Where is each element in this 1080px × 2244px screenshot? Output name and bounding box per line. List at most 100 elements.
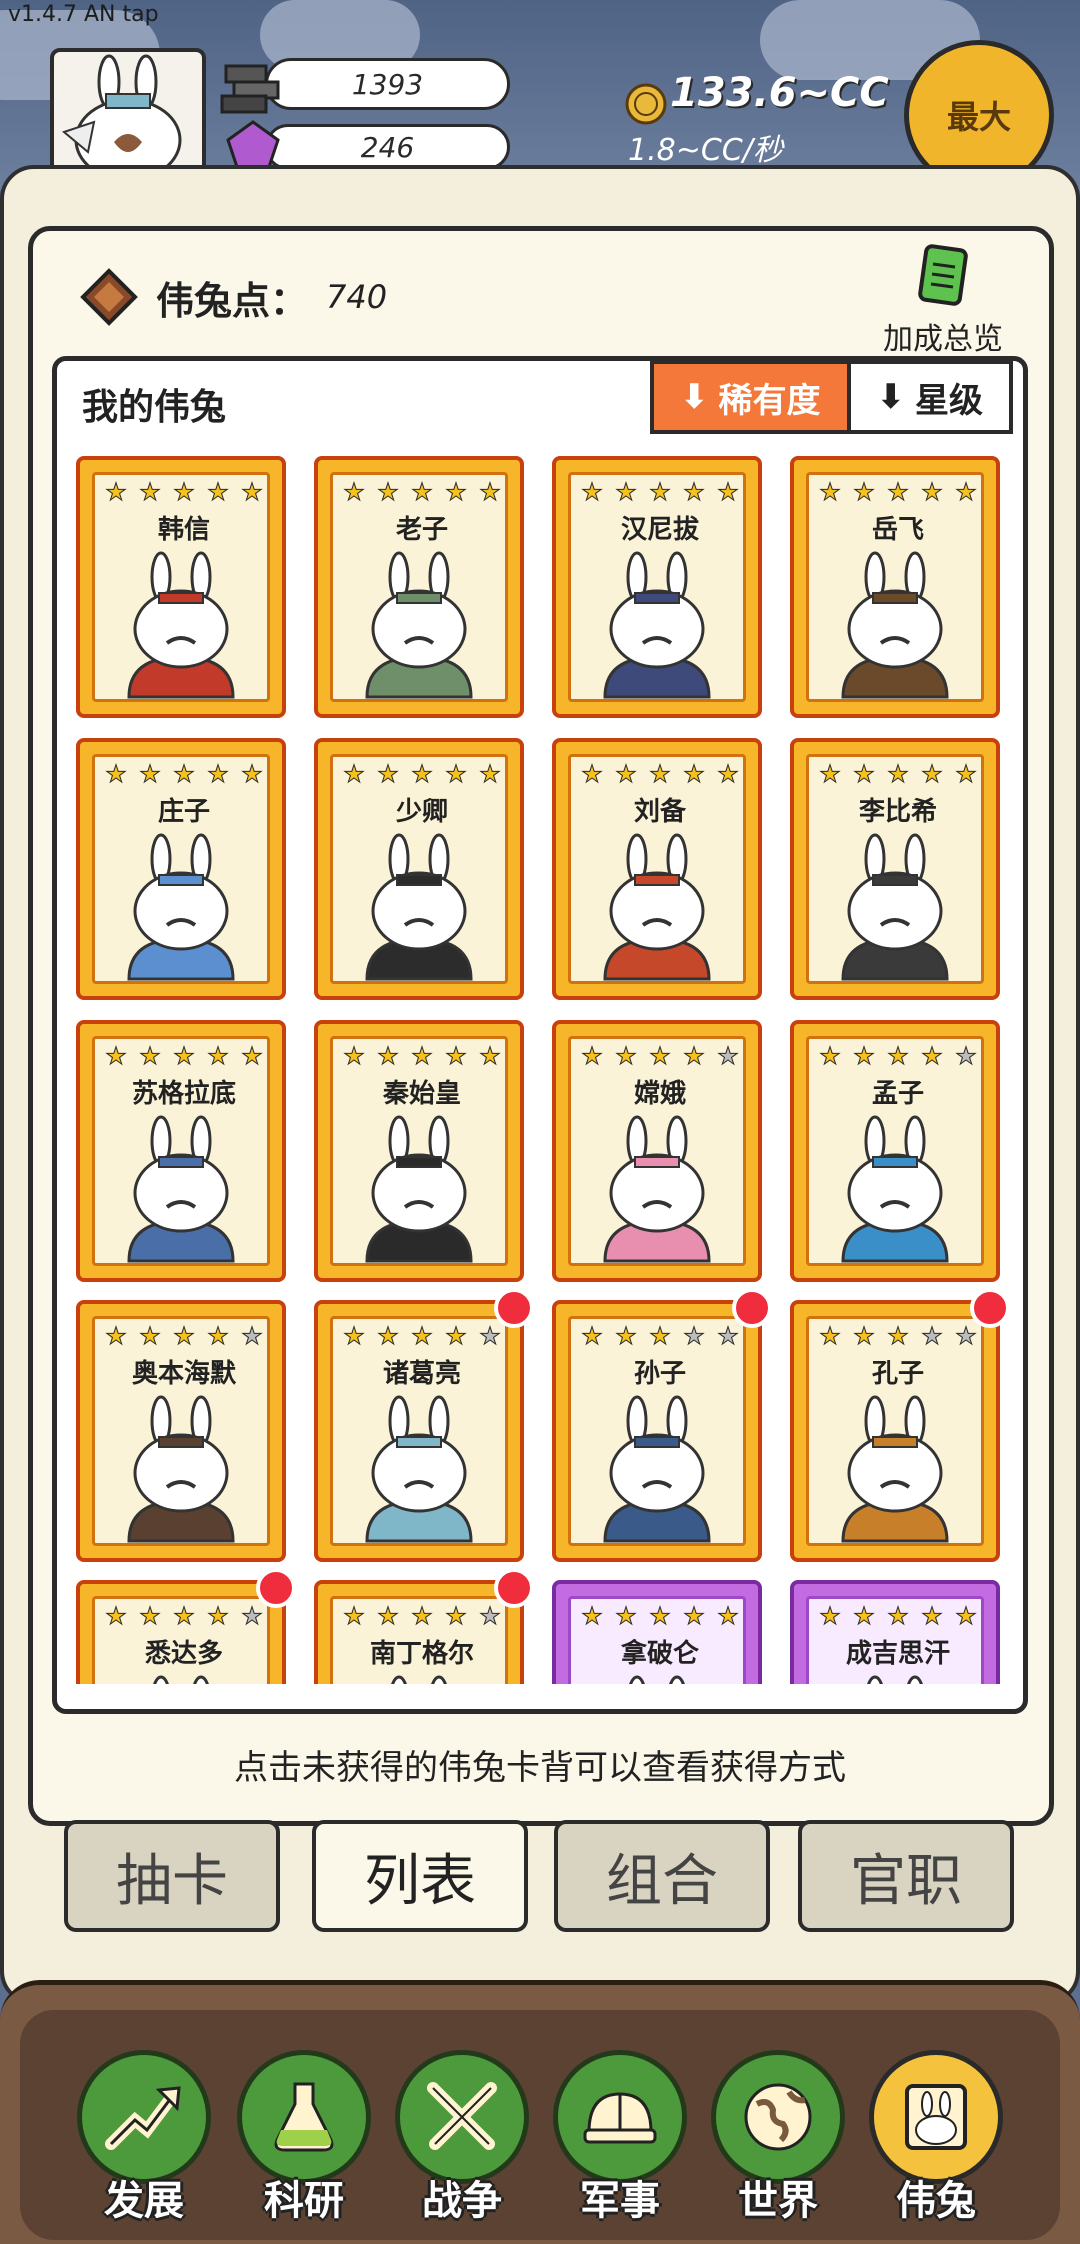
rabbit-card[interactable]: ★ ★ ★ ★ ★ 李比希: [790, 738, 1000, 1000]
rabbit-card[interactable]: ★ ★ ★ ★ ★ 南丁格尔: [314, 1568, 534, 1684]
sort-by-rarity-button[interactable]: ⬇ 稀有度: [654, 364, 851, 430]
rabbit-card[interactable]: ★ ★ ★ ★ ★ 奥本海默: [76, 1300, 286, 1562]
rabbit-card[interactable]: ★ ★ ★ ★ ★ 成吉思汗: [790, 1580, 1000, 1684]
nav-research[interactable]: 科研: [234, 2050, 374, 2240]
scroll-list-icon: [918, 244, 968, 306]
resource-ingot-value: 1393: [351, 67, 424, 101]
rabbit-card-face: ★ ★ ★ ★ ★ 刘备: [568, 754, 746, 984]
rabbit-card[interactable]: ★ ★ ★ ★ ★ 孟子: [790, 1020, 1000, 1282]
bonus-overview-button[interactable]: 加成总览: [868, 244, 1018, 357]
player-avatar[interactable]: [50, 48, 206, 178]
star-icon: ★: [343, 1042, 365, 1070]
star-icon: ★: [105, 1602, 127, 1630]
nav-war-circle: [395, 2050, 529, 2184]
sort-rarity-label: 稀有度: [718, 380, 821, 421]
rabbit-character-icon: [127, 1115, 235, 1263]
points-label: 伟兔点：: [156, 278, 309, 323]
rabbit-character-icon: [841, 1395, 949, 1543]
rabbit-card-name: 孟子: [871, 1079, 924, 1109]
tab-official-post[interactable]: 官职: [798, 1820, 1014, 1932]
star-icon: ★: [173, 1042, 195, 1070]
star-icon: ★: [683, 1602, 705, 1630]
new-badge: [494, 1288, 534, 1328]
rabbit-character-icon: [841, 833, 949, 981]
rabbit-card[interactable]: ★ ★ ★ ★ ★ 拿破仑: [552, 1580, 762, 1684]
rabbit-card[interactable]: ★ ★ ★ ★ ★ 苏格拉底: [76, 1020, 286, 1282]
rabbit-card[interactable]: ★ ★ ★ ★ ★ 嫦娥: [552, 1020, 762, 1282]
rabbit-card[interactable]: ★ ★ ★ ★ ★ 诸葛亮: [314, 1288, 534, 1562]
rabbit-card-name: 李比希: [858, 797, 937, 827]
nav-war[interactable]: 战争: [392, 2050, 532, 2240]
rabbit-card-name: 奥本海默: [131, 1359, 236, 1389]
star-icon: ★: [819, 1042, 841, 1070]
rabbit-card-face: ★ ★ ★ ★ ★ 诸葛亮: [330, 1316, 508, 1546]
star-icon: ★: [343, 1322, 365, 1350]
star-rating: ★ ★ ★ ★ ★: [813, 1602, 981, 1630]
star-icon: ★: [955, 478, 977, 506]
star-icon: ★: [819, 1602, 841, 1630]
star-icon: ★: [649, 1602, 671, 1630]
rabbit-card[interactable]: ★ ★ ★ ★ ★ 少卿: [314, 738, 524, 1000]
star-icon: ★: [581, 478, 603, 506]
rabbit-card[interactable]: ★ ★ ★ ★ ★ 韩信: [76, 456, 286, 718]
nav-military[interactable]: 军事: [550, 2050, 690, 2240]
star-icon: ★: [887, 1602, 909, 1630]
star-icon: ★: [343, 478, 365, 506]
nav-world-circle: [711, 2050, 845, 2184]
rabbit-card[interactable]: ★ ★ ★ ★ ★ 汉尼拔: [552, 456, 762, 718]
star-icon: ★: [411, 1602, 433, 1630]
rabbit-card-name: 刘备: [633, 797, 686, 827]
rabbit-card[interactable]: ★ ★ ★ ★ ★ 庄子: [76, 738, 286, 1000]
tab-combination[interactable]: 组合: [554, 1820, 770, 1932]
card-grid: ★ ★ ★ ★ ★ 韩信 ★ ★ ★ ★ ★ 老子 ★ ★ ★ ★ ★ 汉尼拔 ★ ★ ★ ★ ★ 岳飞 ★ ★ ★ ★ ★ 庄子 ★ ★ ★ ★…: [60, 448, 1020, 1684]
nav-develop[interactable]: 发展: [74, 2050, 214, 2240]
star-icon: ★: [411, 1042, 433, 1070]
rabbit-character-icon: [127, 833, 235, 981]
star-icon: ★: [173, 760, 195, 788]
rabbit-character-icon: [867, 1675, 923, 1684]
rabbit-card[interactable]: ★ ★ ★ ★ ★ 刘备: [552, 738, 762, 1000]
tab-list[interactable]: 列表: [312, 1820, 528, 1932]
rabbit-character-icon: [603, 551, 711, 699]
star-icon: ★: [955, 1042, 977, 1070]
star-icon: ★: [649, 1042, 671, 1070]
rabbit-card[interactable]: ★ ★ ★ ★ ★ 孙子: [552, 1288, 772, 1562]
rabbit-card[interactable]: ★ ★ ★ ★ ★ 岳飞: [790, 456, 1000, 718]
rabbit-card[interactable]: ★ ★ ★ ★ ★ 孔子: [790, 1288, 1010, 1562]
rabbit-points-row: 伟兔点： 740: [80, 262, 387, 332]
star-icon: ★: [921, 1042, 943, 1070]
resource-crystal-counter: 246: [265, 124, 510, 170]
star-icon: ★: [105, 1322, 127, 1350]
sort-by-star-button[interactable]: ⬇ 星级: [850, 364, 1009, 430]
rabbit-card[interactable]: ★ ★ ★ ★ ★ 秦始皇: [314, 1020, 524, 1282]
rabbit-character-icon: [841, 1115, 949, 1263]
rabbit-character-icon: [365, 1115, 473, 1263]
star-rating: ★ ★ ★ ★ ★: [337, 478, 505, 506]
star-rating: ★ ★ ★ ★ ★: [813, 1042, 981, 1070]
rabbit-card-face: ★ ★ ★ ★ ★ 少卿: [330, 754, 508, 984]
star-icon: ★: [241, 1042, 263, 1070]
star-icon: ★: [649, 478, 671, 506]
rabbit-card-face: ★ ★ ★ ★ ★ 秦始皇: [330, 1036, 508, 1266]
nav-world[interactable]: 世界: [708, 2050, 848, 2240]
rabbit-character-icon: [127, 1395, 235, 1543]
tab-combination-label: 组合: [606, 1848, 718, 1914]
star-icon: ★: [615, 1602, 637, 1630]
growth-arrow-icon: [105, 2086, 181, 2150]
rabbit-card[interactable]: ★ ★ ★ ★ ★ 老子: [314, 456, 524, 718]
rabbit-card-name: 南丁格尔: [369, 1639, 474, 1669]
star-icon: ★: [615, 1042, 637, 1070]
new-badge: [256, 1568, 296, 1608]
nav-rabbits[interactable]: 伟兔: [866, 2050, 1006, 2240]
star-icon: ★: [479, 760, 501, 788]
star-icon: ★: [411, 478, 433, 506]
rabbit-card[interactable]: ★ ★ ★ ★ ★ 悉达多: [76, 1568, 296, 1684]
tab-draw-card[interactable]: 抽卡: [64, 1820, 280, 1932]
rabbit-card-face: ★ ★ ★ ★ ★ 老子: [330, 472, 508, 702]
nav-rabbits-circle: [869, 2050, 1003, 2184]
rabbit-card-name: 悉达多: [144, 1639, 223, 1669]
star-icon: ★: [207, 760, 229, 788]
tab-list-label: 列表: [364, 1848, 476, 1914]
star-icon: ★: [343, 760, 365, 788]
list-title: 我的伟兔: [82, 387, 227, 428]
